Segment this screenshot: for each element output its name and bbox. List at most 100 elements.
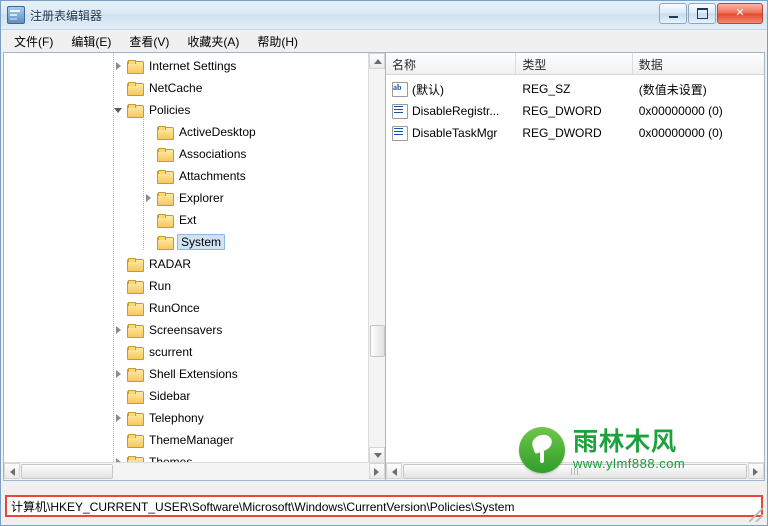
tree-node-label: RADAR [149, 257, 192, 271]
folder-icon [157, 213, 174, 228]
scroll-up-arrow-icon[interactable] [369, 53, 385, 69]
tree-hscroll-thumb[interactable] [21, 464, 113, 479]
tree-node[interactable]: Associations [4, 143, 369, 165]
expand-arrow-icon[interactable] [144, 193, 155, 204]
cell-type: REG_SZ [522, 82, 571, 96]
list-scroll-left-arrow-icon[interactable] [386, 463, 402, 479]
tree-node-label: Ext [179, 213, 197, 227]
folder-icon [127, 81, 144, 96]
tree-node[interactable]: Ext [4, 209, 369, 231]
collapse-arrow-icon[interactable] [114, 105, 125, 116]
tree-node[interactable]: ActiveDesktop [4, 121, 369, 143]
folder-icon [127, 367, 144, 382]
cell-data: 0x00000000 (0) [638, 104, 723, 118]
folder-icon [127, 257, 144, 272]
minimize-button[interactable] [659, 3, 687, 24]
cell-type: REG_DWORD [522, 126, 602, 140]
tree-node[interactable]: Policies [4, 99, 369, 121]
tree-node[interactable]: Sidebar [4, 385, 369, 407]
column-header-type[interactable]: 类型 [516, 53, 633, 74]
column-header-data[interactable]: 数据 [632, 53, 764, 74]
folder-icon [157, 169, 174, 184]
cell-name: DisableRegistr... [412, 104, 500, 118]
watermark-title: 雨林木风 [573, 428, 678, 457]
menu-view[interactable]: 查看(V) [120, 30, 178, 53]
scroll-right-arrow-icon[interactable] [369, 463, 385, 479]
watermark: 雨林木风 www.ylmf888.com [519, 427, 759, 473]
folder-icon [127, 389, 144, 404]
tree-node[interactable]: RADAR [4, 253, 369, 275]
registry-tree-pane: Internet Settings NetCache Policies ActiveD… [4, 53, 386, 480]
tree-node[interactable]: scurrent [4, 341, 369, 363]
registry-editor-icon [7, 6, 25, 24]
tree-vertical-scrollbar[interactable] [368, 53, 385, 463]
window-title: 注册表编辑器 [30, 8, 103, 23]
tree-node-label: Run [149, 279, 172, 293]
title-bar[interactable]: 注册表编辑器 ✕ [1, 1, 767, 30]
menu-favorites[interactable]: 收藏夹(A) [178, 30, 248, 53]
tree-node-label: Shell Extensions [149, 367, 238, 381]
tree-node-label: Screensavers [149, 323, 223, 337]
resize-grip-icon[interactable] [749, 508, 763, 522]
folder-icon [127, 411, 144, 426]
tree-node-label: NetCache [149, 81, 203, 95]
tree-node[interactable]: NetCache [4, 77, 369, 99]
close-button[interactable]: ✕ [717, 3, 763, 24]
tree-vscroll-thumb[interactable] [370, 325, 385, 357]
scroll-down-arrow-icon[interactable] [369, 447, 385, 463]
registry-editor-window: 注册表编辑器 ✕ 文件(F) 编辑(E) 查看(V) 收藏夹(A) 帮助(H) … [0, 0, 768, 526]
registry-tree[interactable]: Internet Settings NetCache Policies ActiveD… [4, 53, 369, 463]
tree-horizontal-scrollbar[interactable] [4, 462, 385, 480]
tree-node-label: Telephony [149, 411, 204, 425]
registry-path-text: 计算机\HKEY_CURRENT_USER\Software\Microsoft… [5, 495, 763, 517]
tree-node[interactable]: Shell Extensions [4, 363, 369, 385]
binary-value-icon [392, 104, 408, 119]
scroll-left-arrow-icon[interactable] [4, 463, 20, 479]
menu-help[interactable]: 帮助(H) [248, 30, 307, 53]
tree-node[interactable]: ThemeManager [4, 429, 369, 451]
expand-arrow-icon[interactable] [114, 369, 125, 380]
tree-node[interactable]: Attachments [4, 165, 369, 187]
folder-icon [127, 59, 144, 74]
cell-name: (默认) [412, 82, 444, 97]
tree-node-label: System [177, 234, 226, 250]
expand-arrow-icon[interactable] [114, 413, 125, 424]
folder-icon [157, 235, 174, 250]
tree-node-label: Explorer [179, 191, 224, 205]
menu-edit[interactable]: 编辑(E) [62, 30, 120, 53]
expand-arrow-icon[interactable] [114, 325, 125, 336]
column-header-name[interactable]: 名称 [386, 53, 517, 74]
tree-node[interactable]: RunOnce [4, 297, 369, 319]
tree-node-label: ActiveDesktop [179, 125, 256, 139]
close-icon: ✕ [735, 7, 745, 19]
folder-icon [127, 433, 144, 448]
tree-node[interactable]: Run [4, 275, 369, 297]
expand-arrow-icon[interactable] [114, 61, 125, 72]
tree-node[interactable]: Explorer [4, 187, 369, 209]
table-row[interactable]: DisableTaskMgr REG_DWORD 0x00000000 (0) [386, 122, 764, 144]
tree-node[interactable]: Internet Settings [4, 55, 369, 77]
table-row[interactable]: DisableRegistr... REG_DWORD 0x00000000 (0) [386, 100, 764, 122]
table-row[interactable]: ab (默认) REG_SZ (数值未设置) [386, 78, 764, 100]
tree-node[interactable]: Screensavers [4, 319, 369, 341]
folder-icon [127, 323, 144, 338]
watermark-text: 雨林木风 www.ylmf888.com [573, 429, 685, 471]
menu-file[interactable]: 文件(F) [5, 30, 62, 53]
string-value-icon: ab [392, 82, 408, 97]
tree-node-label: Internet Settings [149, 59, 237, 73]
tree-node-label: Sidebar [149, 389, 191, 403]
maximize-button[interactable] [688, 3, 716, 24]
folder-icon [127, 301, 144, 316]
tree-node[interactable]: System [4, 231, 369, 253]
tree-node[interactable]: Telephony [4, 407, 369, 429]
